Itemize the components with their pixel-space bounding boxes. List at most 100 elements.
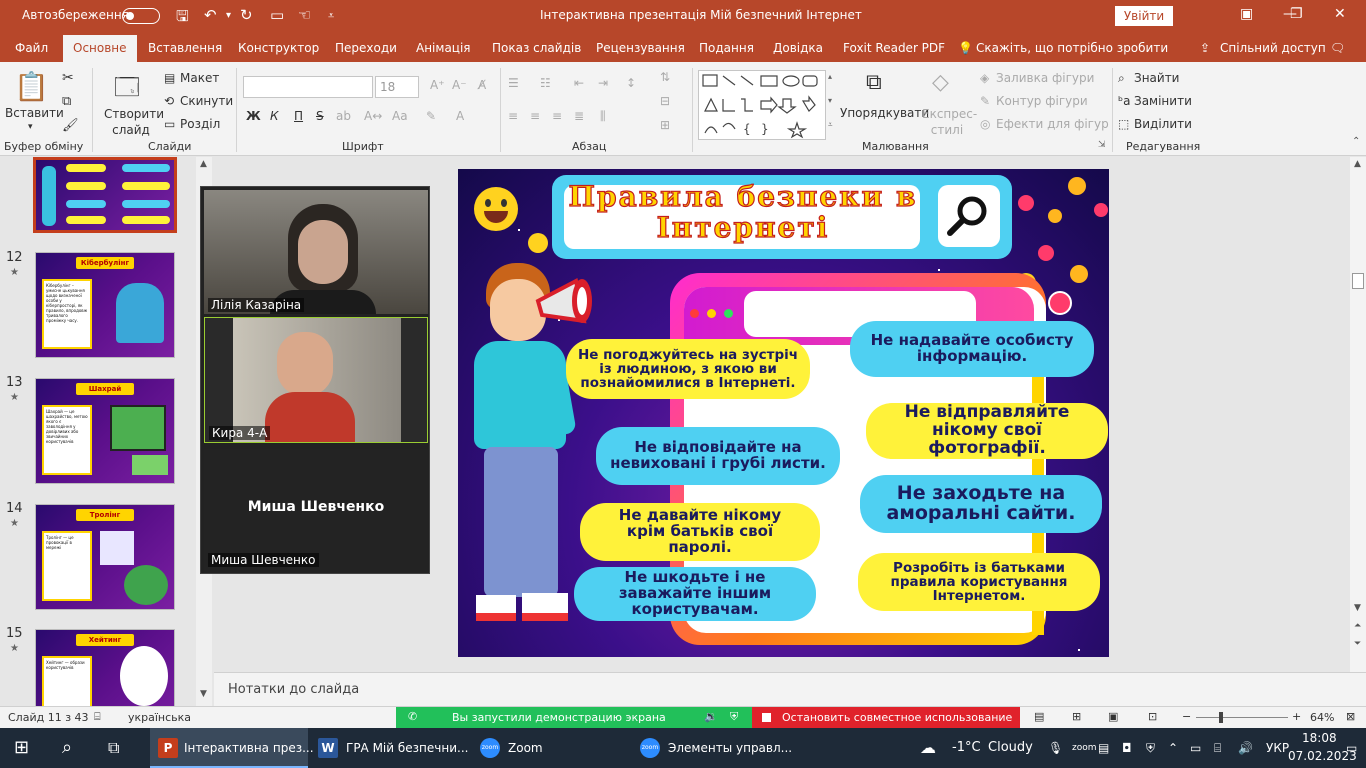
- collapse-ribbon-icon[interactable]: ⌃: [1352, 136, 1360, 147]
- fit-to-window-icon[interactable]: ⊠: [1346, 710, 1355, 723]
- scroll-up-icon[interactable]: ▲: [200, 159, 207, 169]
- taskbar-app-word[interactable]: W ГРА Мій безпечни...: [312, 728, 472, 768]
- zoom-out-icon[interactable]: −: [1182, 710, 1191, 723]
- notifications-icon[interactable]: ▭: [1346, 728, 1357, 768]
- thumbnail-slide-12[interactable]: Кібербулінг Кібербулінг – умисне цькуван…: [35, 252, 175, 358]
- volume-icon[interactable]: 🔉: [704, 710, 718, 723]
- font-size-select[interactable]: 18: [375, 76, 419, 98]
- zoom-slider[interactable]: [1196, 717, 1288, 718]
- align-right-icon[interactable]: ≡: [552, 109, 562, 123]
- slide-scrollbar[interactable]: ▲ ▼ ⏶ ⏷: [1350, 157, 1366, 672]
- thumbnail-slide-13[interactable]: Шахрай Шахрай — це шахрайство, метою яко…: [35, 378, 175, 484]
- gallery-up-icon[interactable]: ▴: [828, 72, 832, 81]
- language-indicator[interactable]: українська: [128, 711, 191, 724]
- bold-button[interactable]: Ж: [246, 109, 261, 123]
- undo-icon[interactable]: ↶: [204, 6, 217, 24]
- align-text-icon[interactable]: ⊟: [660, 94, 670, 108]
- underline-button[interactable]: П: [294, 109, 303, 123]
- customize-toolbar-icon[interactable]: ⩡: [328, 9, 334, 23]
- taskbar-app-powerpoint[interactable]: P Інтерактивна през...: [150, 728, 314, 768]
- close-icon[interactable]: ✕: [1334, 6, 1346, 22]
- decrease-indent-icon[interactable]: ⇤: [574, 76, 584, 90]
- copy-icon[interactable]: ⧉: [62, 94, 71, 109]
- tab-home[interactable]: Основне: [63, 35, 137, 62]
- arrange-icon[interactable]: ⧉: [866, 70, 882, 95]
- numbering-icon[interactable]: ☷: [540, 76, 551, 90]
- paste-button[interactable]: Вставити: [5, 106, 64, 120]
- slide-canvas[interactable]: Правила безпеки в Інтернеті Не погоджуйт…: [458, 169, 1109, 657]
- tab-foxit[interactable]: Foxit Reader PDF: [843, 41, 945, 55]
- stop-share-button[interactable]: Остановить совместное использование: [752, 707, 1020, 729]
- find-button[interactable]: Знайти: [1134, 71, 1179, 85]
- save-icon[interactable]: 🖫: [176, 6, 189, 31]
- find-icon[interactable]: ⌕: [1118, 71, 1125, 86]
- scroll-down-icon[interactable]: ▼: [1354, 603, 1361, 613]
- autosave-toggle[interactable]: [122, 8, 160, 24]
- ribbon-display-icon[interactable]: ▣: [1240, 6, 1253, 22]
- taskbar-app-zoom[interactable]: zoom Zoom: [476, 728, 626, 768]
- zoom-tray-icon[interactable]: zoom: [1072, 728, 1097, 768]
- shape-outline-icon[interactable]: ✎: [980, 94, 990, 108]
- text-direction-icon[interactable]: ⇅: [660, 70, 670, 84]
- undo-dropdown-icon[interactable]: ▾: [226, 10, 231, 21]
- spellcheck-icon[interactable]: ⌸: [94, 710, 101, 724]
- tray-green-icon[interactable]: ◘: [1122, 728, 1132, 768]
- tab-design[interactable]: Конструктор: [238, 41, 319, 55]
- line-spacing-icon[interactable]: ↕: [626, 76, 636, 90]
- zoom-slider-thumb[interactable]: [1219, 712, 1223, 723]
- quick-styles-button[interactable]: Експрес-стилі: [922, 106, 977, 138]
- tab-animations[interactable]: Анімація: [416, 41, 471, 55]
- reset-icon[interactable]: ⟲: [164, 94, 174, 108]
- tell-me-search[interactable]: Скажіть, що потрібно зробити: [976, 41, 1168, 55]
- shape-fill-button[interactable]: Заливка фігури: [996, 71, 1094, 85]
- tab-view[interactable]: Подання: [699, 41, 754, 55]
- tray-app-icon[interactable]: ▤: [1098, 728, 1109, 768]
- format-painter-icon[interactable]: 🖌: [62, 118, 79, 133]
- new-slide-button[interactable]: Створити слайд: [104, 106, 164, 138]
- volume-icon[interactable]: 🔊: [1238, 728, 1253, 768]
- gallery-more-icon[interactable]: ⩡: [828, 120, 833, 130]
- taskbar-app-zoom-controls[interactable]: zoom Элементы управл...: [636, 728, 796, 768]
- drawing-launcher-icon[interactable]: ⇲: [1098, 140, 1106, 150]
- select-button[interactable]: Виділити: [1134, 117, 1192, 131]
- strikethrough-button[interactable]: S: [316, 109, 324, 123]
- increase-indent-icon[interactable]: ⇥: [598, 76, 608, 90]
- tray-security-icon[interactable]: ⛨: [1146, 728, 1155, 768]
- tab-help[interactable]: Довідка: [773, 41, 823, 55]
- smartart-icon[interactable]: ⊞: [660, 118, 670, 132]
- tray-expand-icon[interactable]: ⌃: [1168, 728, 1178, 768]
- share-button[interactable]: Спільний доступ: [1220, 41, 1326, 55]
- paste-dropdown-icon[interactable]: ▾: [28, 122, 33, 132]
- shape-effects-icon[interactable]: ◎: [980, 117, 990, 131]
- video-tile-1[interactable]: Лілія Казаріна: [204, 190, 428, 314]
- video-tile-3[interactable]: Миша Шевченко Миша Шевченко: [204, 449, 428, 573]
- paste-icon[interactable]: 📋: [14, 70, 49, 103]
- tray-display-icon[interactable]: ▭: [1190, 728, 1201, 768]
- align-left-icon[interactable]: ≡: [508, 109, 518, 123]
- weather-temp[interactable]: -1°C: [952, 728, 981, 768]
- previous-slide-icon[interactable]: ⏶: [1354, 621, 1361, 631]
- scroll-down-icon[interactable]: ▼: [200, 689, 207, 699]
- cut-icon[interactable]: ✂: [62, 70, 74, 86]
- tab-slideshow[interactable]: Показ слайдів: [492, 41, 581, 55]
- columns-icon[interactable]: ⫼: [600, 109, 606, 124]
- input-language[interactable]: УКР: [1266, 728, 1289, 768]
- select-icon[interactable]: ⬚: [1118, 117, 1129, 131]
- layout-button[interactable]: Макет: [180, 71, 219, 85]
- reset-button[interactable]: Скинути: [180, 94, 233, 108]
- sign-in-button[interactable]: Увійти: [1115, 6, 1173, 26]
- char-spacing-icon[interactable]: A↔: [364, 109, 382, 123]
- bullets-icon[interactable]: ☰: [508, 76, 519, 90]
- shadow-icon[interactable]: ab: [336, 109, 351, 123]
- italic-button[interactable]: К: [270, 109, 279, 123]
- arrange-button[interactable]: Упорядкувати: [840, 106, 929, 120]
- grow-font-icon[interactable]: A⁺: [430, 78, 445, 92]
- highlight-icon[interactable]: ✎: [426, 109, 436, 123]
- font-name-select[interactable]: [243, 76, 373, 98]
- search-icon[interactable]: ⌕: [62, 728, 72, 768]
- weather-desc[interactable]: Cloudy: [988, 728, 1033, 768]
- section-button[interactable]: Розділ: [180, 117, 220, 131]
- microphone-icon[interactable]: 🎙: [1048, 728, 1063, 768]
- reading-view-icon[interactable]: ▣: [1108, 710, 1118, 723]
- tab-review[interactable]: Рецензування: [596, 41, 685, 55]
